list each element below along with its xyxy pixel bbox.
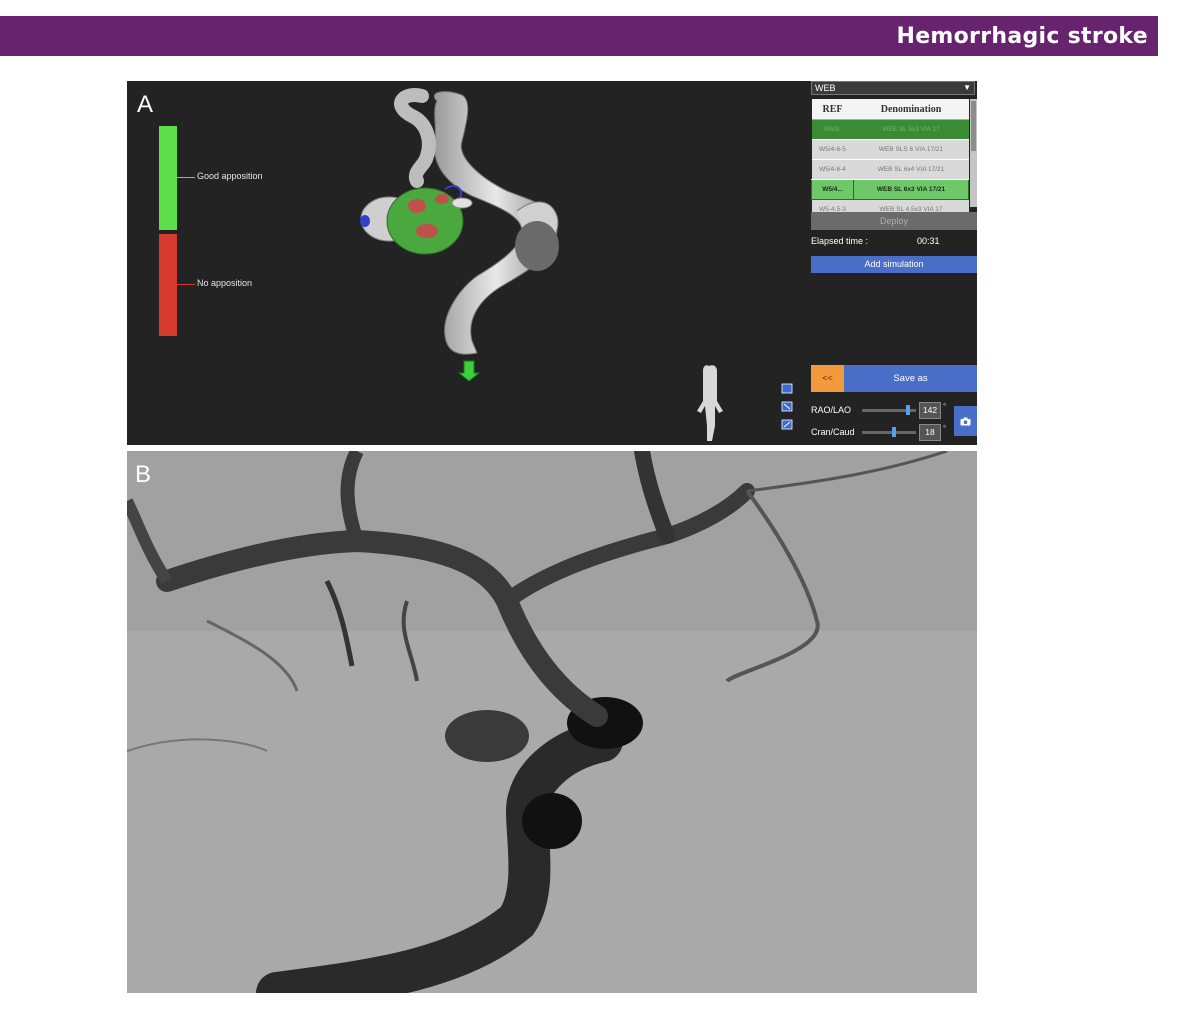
rao-lao-slider-thumb[interactable] [906,405,910,415]
view-front-icon[interactable] [781,419,793,430]
artery-branch [394,88,436,188]
neck-marker [451,197,473,209]
angiography-image: B [127,451,977,993]
web-device [386,187,464,255]
screenshot-button[interactable] [954,406,977,436]
rao-lao-label: RAO/LAO [811,405,852,415]
denomination-cell: WEB SL 5x3 VIA 17 [853,119,969,140]
view-cube-icon[interactable] [781,383,793,394]
device-type-value: WEB [815,83,836,93]
marker-blue [360,215,370,227]
patient-orientation-icon [697,365,723,441]
elapsed-time-label: Elapsed time : [811,236,869,246]
view-side-icon[interactable] [781,401,793,412]
cran-caud-degree: ° [943,424,947,433]
ref-cell: W5/4-6-4 [811,159,854,180]
camera-icon [960,417,971,425]
header-title: Hemorrhagic stroke [896,23,1148,49]
deploy-button[interactable]: Deploy [811,212,977,230]
column-header-ref: REF [811,99,854,120]
denomination-cell: WEB SL 6x3 VIA 17/21 [853,179,969,200]
back-button[interactable]: << [811,365,844,392]
table-scrollbar-thumb[interactable] [971,101,976,151]
no-apposition-spot [416,224,438,238]
denomination-cell: WEB SLS 6 VIA 17/21 [853,139,969,160]
table-row[interactable]: W5/3- WEB SL 5x3 VIA 17 [811,119,969,140]
vessel-loop [522,793,582,849]
table-row[interactable]: W5/4-6-4 WEB SL 6x4 VIA 17/21 [811,159,969,180]
simulation-panel: A Good apposition No apposition WEB ▼ RE… [127,81,977,445]
no-apposition-spot [435,194,449,204]
rao-lao-degree: ° [943,402,947,411]
no-apposition-spot [408,199,426,213]
angiogram-vessels [127,451,977,993]
device-type-dropdown[interactable]: WEB ▼ [811,81,975,95]
header-bar: Hemorrhagic stroke [0,16,1158,56]
flow-arrow-icon [457,360,481,382]
rao-lao-value[interactable]: 142 [919,402,941,419]
ref-cell: W5/4-6-5 [811,139,854,160]
artery-shadow [515,221,559,271]
elapsed-time-value: 00:31 [917,236,940,246]
column-header-denomination: Denomination [853,99,969,120]
ref-cell: W5/3- [811,119,854,140]
save-as-button[interactable]: Save as [844,365,977,392]
denomination-cell: WEB SL 6x4 VIA 17/21 [853,159,969,180]
cran-caud-slider-track[interactable] [862,431,916,434]
table-row-selected[interactable]: W5/4... WEB SL 6x3 VIA 17/21 [811,179,969,200]
cran-caud-label: Cran/Caud [811,427,855,437]
panel-b-letter: B [135,461,152,488]
add-simulation-button[interactable]: Add simulation [811,256,977,273]
aneurysm [445,710,529,762]
vessel-3d-model[interactable] [127,81,809,445]
ref-cell: W5/4... [811,179,854,200]
chevron-down-icon: ▼ [963,83,971,92]
cran-caud-slider-thumb[interactable] [892,427,896,437]
device-table: REF Denomination W5/3- WEB SL 5x3 VIA 17… [811,99,969,220]
table-row[interactable]: W5/4-6-5 WEB SLS 6 VIA 17/21 [811,139,969,160]
cran-caud-value[interactable]: 18 [919,424,941,441]
device-sidebar: WEB ▼ REF Denomination W5/3- WEB SL 5x3 … [809,81,977,445]
